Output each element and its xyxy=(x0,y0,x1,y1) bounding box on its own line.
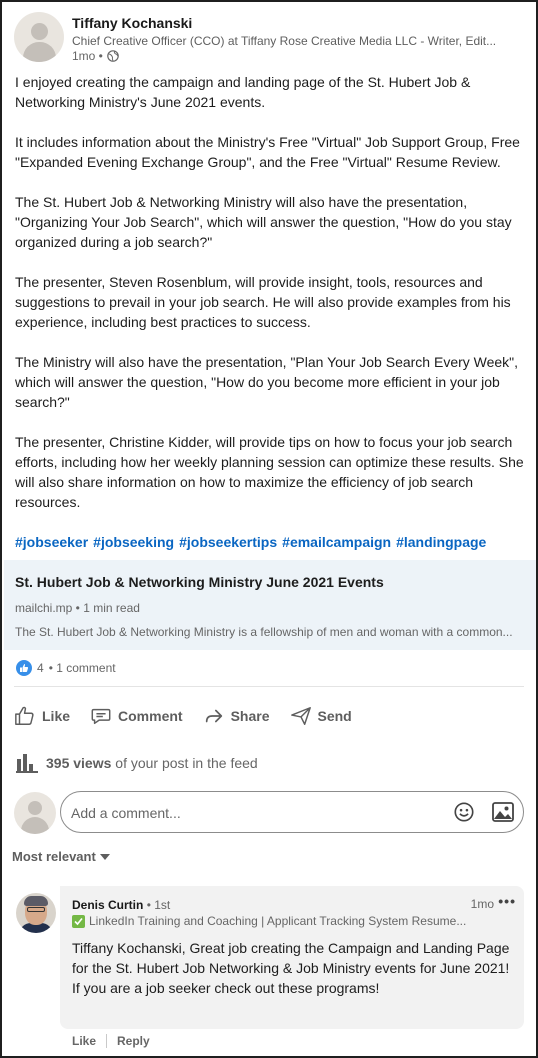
post-header: Tiffany Kochanski Chief Creative Officer… xyxy=(14,12,524,64)
comment-label: Comment xyxy=(118,708,183,724)
post-paragraph: The presenter, Christine Kidder, will pr… xyxy=(15,434,524,510)
link-preview-description: The St. Hubert Job & Networking Ministry… xyxy=(15,625,513,639)
bar-chart-icon xyxy=(16,754,38,773)
like-reaction-icon[interactable] xyxy=(16,660,32,676)
author-avatar[interactable] xyxy=(14,12,64,62)
hashtag-link[interactable]: #landingpage xyxy=(396,534,486,550)
current-user-avatar xyxy=(14,792,56,834)
avatar-body xyxy=(21,817,49,834)
avatar-hair xyxy=(24,896,48,906)
thumbs-up-icon xyxy=(15,706,34,725)
social-counts: 4 • 1 comment xyxy=(16,660,116,676)
send-label: Send xyxy=(317,708,352,724)
post-body: I enjoyed creating the campaign and land… xyxy=(15,72,527,532)
avatar-glasses xyxy=(27,907,45,912)
hashtag-list: #jobseeker #jobseeking #jobseekertips #emai… xyxy=(15,532,491,552)
hashtag-link[interactable]: #emailcampaign xyxy=(282,534,391,550)
image-icon[interactable] xyxy=(491,801,515,823)
globe-icon xyxy=(107,50,119,62)
avatar-head xyxy=(28,801,42,815)
link-preview-card[interactable]: St. Hubert Job & Networking Ministry Jun… xyxy=(4,560,536,650)
comment-count[interactable]: • 1 comment xyxy=(49,661,116,675)
link-preview-title: St. Hubert Job & Networking Ministry Jun… xyxy=(15,574,384,590)
like-button[interactable]: Like xyxy=(14,705,70,727)
post-meta: 1mo • xyxy=(72,49,119,63)
author-name[interactable]: Tiffany Kochanski xyxy=(72,15,192,31)
post-action-bar: Like Comment Share Send xyxy=(14,702,352,730)
comment-text: Tiffany Kochanski, Great job creating th… xyxy=(72,938,512,998)
post-paragraph: The St. Hubert Job & Networking Ministry… xyxy=(15,194,512,250)
commenter-headline: LinkedIn Training and Coaching | Applica… xyxy=(72,914,466,928)
views-suffix: of your post in the feed xyxy=(115,755,258,771)
post-time: 1mo • xyxy=(72,49,103,63)
comment-icon xyxy=(91,708,111,725)
comment-line: If you are a job seeker check out these … xyxy=(72,980,380,996)
commenter-headline-text: LinkedIn Training and Coaching | Applica… xyxy=(89,914,467,928)
post-paragraph: The presenter, Steven Rosenblum, will pr… xyxy=(15,274,511,330)
views-count: 395 views xyxy=(46,755,112,771)
link-preview-source: mailchi.mp • 1 min read xyxy=(15,601,140,615)
sort-label: Most relevant xyxy=(12,849,96,864)
green-check-icon xyxy=(72,914,85,928)
emoji-icon[interactable] xyxy=(453,801,475,823)
post-frame: Tiffany Kochanski Chief Creative Officer… xyxy=(0,0,538,1058)
hashtag-link[interactable]: #jobseeker xyxy=(15,534,88,550)
sort-dropdown[interactable]: Most relevant xyxy=(12,849,110,864)
connection-degree: • 1st xyxy=(146,898,171,912)
hashtag-link[interactable]: #jobseekertips xyxy=(179,534,277,550)
more-options-icon[interactable]: ••• xyxy=(498,893,516,909)
comment-line: Tiffany Kochanski, Great job creating th… xyxy=(72,940,510,976)
divider xyxy=(106,1034,108,1048)
comment-input-box xyxy=(60,791,524,833)
comment-button[interactable]: Comment xyxy=(90,705,183,727)
commenter-name-row: Denis Curtin • 1st xyxy=(72,898,170,912)
like-label: Like xyxy=(42,708,71,724)
comment-input[interactable] xyxy=(71,802,431,824)
send-button[interactable]: Send xyxy=(290,705,352,727)
commenter-name[interactable]: Denis Curtin xyxy=(72,898,143,912)
hashtag-link[interactable]: #jobseeking xyxy=(93,534,174,550)
send-paper-plane-icon xyxy=(290,707,311,725)
post-paragraph: The Ministry will also have the presenta… xyxy=(15,354,519,410)
avatar-head xyxy=(31,23,48,40)
reaction-count[interactable]: 4 xyxy=(37,661,44,675)
comment-actions: Like Reply xyxy=(72,1034,150,1048)
author-headline: Chief Creative Officer (CCO) at Tiffany … xyxy=(72,34,497,48)
divider xyxy=(14,686,524,687)
comment-like-button[interactable]: Like xyxy=(72,1034,96,1048)
comment-bubble: Denis Curtin • 1st 1mo ••• LinkedIn Trai… xyxy=(60,886,524,1029)
caret-down-icon xyxy=(99,853,110,860)
comment-reply-button[interactable]: Reply xyxy=(117,1034,150,1048)
share-button[interactable]: Share xyxy=(203,705,270,727)
share-arrow-icon xyxy=(205,709,222,723)
post-views[interactable]: 395 views of your post in the feed xyxy=(16,753,258,773)
post-paragraph: It includes information about the Minist… xyxy=(15,134,520,170)
share-label: Share xyxy=(230,708,270,724)
comment-time: 1mo xyxy=(470,897,494,911)
commenter-avatar[interactable] xyxy=(16,893,56,933)
post-paragraph: I enjoyed creating the campaign and land… xyxy=(15,74,471,110)
avatar-body xyxy=(23,42,56,62)
